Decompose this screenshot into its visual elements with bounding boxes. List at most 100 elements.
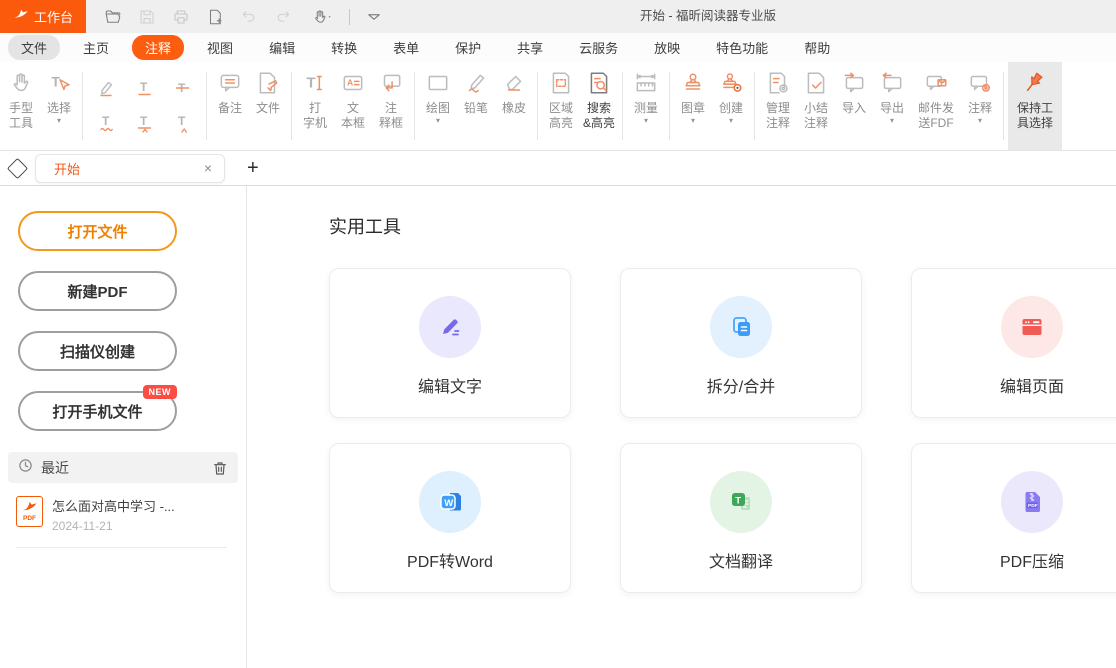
card-pdf-compress[interactable]: PDF PDF压缩 (911, 443, 1116, 593)
tab-start-label: 开始 (54, 159, 202, 178)
hand-tool-button[interactable]: 手型 工具 (2, 62, 40, 150)
translate-icon: T (710, 471, 772, 533)
new-tab-button[interactable]: + (241, 157, 265, 179)
measure-button[interactable]: 测量 ▾ (627, 62, 665, 150)
title-bar: 工作台 开始 - 福昕阅读器专业版 (0, 0, 1116, 33)
draw-dropdown-caret: ▾ (436, 117, 440, 125)
svg-text:T: T (735, 496, 741, 507)
menu-tab-view[interactable]: 视图 (194, 35, 246, 60)
new-pdf-button[interactable]: 新建PDF (18, 271, 177, 311)
callout-button[interactable]: 注 释框 (372, 62, 410, 150)
typewriter-label: 打 字机 (303, 101, 327, 131)
create-dropdown-caret: ▾ (729, 117, 733, 125)
save-icon[interactable] (137, 7, 157, 27)
card-translate[interactable]: T 文档翻译 (620, 443, 862, 593)
card-edit-pages[interactable]: 编辑页面 (911, 268, 1116, 418)
export-dropdown-caret: ▾ (890, 117, 894, 125)
comments-dropdown-button[interactable]: 注释 ▾ (961, 62, 999, 150)
recent-title: 最近 (41, 458, 69, 478)
area-highlight-icon (548, 70, 574, 99)
ribbon-toolbar: 手型 工具 T 选择 ▾ T T T T T 备注 (0, 62, 1116, 151)
card-split-merge[interactable]: 拆分/合并 (620, 268, 862, 418)
export-comments-label: 导出 (880, 101, 904, 116)
scanner-create-button[interactable]: 扫描仪创建 (18, 331, 177, 371)
stamp-label: 图章 (681, 101, 705, 116)
print-icon[interactable] (171, 7, 191, 27)
attach-file-label: 文件 (256, 101, 280, 116)
hand-mode-icon[interactable] (307, 7, 335, 27)
card-edit-text[interactable]: 编辑文字 (329, 268, 571, 418)
manage-comments-button[interactable]: 管理 注释 (759, 62, 797, 150)
menu-tab-share[interactable]: 共享 (504, 35, 556, 60)
foxit-logo-icon (13, 7, 29, 26)
export-comments-button[interactable]: 导出 ▾ (873, 62, 911, 150)
open-mobile-file-button[interactable]: 打开手机文件 NEW (18, 391, 177, 431)
select-tool-label: 选择 (47, 101, 71, 116)
select-tool-button[interactable]: T 选择 ▾ (40, 62, 78, 150)
hand-icon (8, 70, 34, 99)
manage-comments-icon (765, 70, 791, 99)
underline-text-button[interactable]: T (127, 72, 162, 105)
menu-tab-projection[interactable]: 放映 (641, 35, 693, 60)
keep-tool-selected-label: 保持工 具选择 (1017, 101, 1053, 131)
pencil-tool-button[interactable]: 铅笔 (457, 62, 495, 150)
clear-recent-trash-icon[interactable] (212, 460, 228, 476)
new-document-icon[interactable] (205, 7, 225, 27)
note-comment-button[interactable]: 备注 (211, 62, 249, 150)
card-pdf-to-word[interactable]: W PDF转Word (329, 443, 571, 593)
pencil-tool-label: 铅笔 (464, 101, 488, 116)
customize-toolbar-chevron-icon[interactable] (364, 7, 384, 27)
textbox-icon: A (340, 70, 366, 99)
import-comments-button[interactable]: 导入 (835, 62, 873, 150)
stamp-button[interactable]: 图章 ▾ (674, 62, 712, 150)
draw-shapes-button[interactable]: 绘图 ▾ (419, 62, 457, 150)
menu-tab-convert[interactable]: 转换 (318, 35, 370, 60)
svg-text:T: T (178, 114, 186, 128)
undo-icon[interactable] (239, 7, 259, 27)
highlight-text-button[interactable] (89, 72, 124, 105)
open-file-button[interactable]: 打开文件 (18, 211, 177, 251)
strikethrough-text-button[interactable]: T (165, 72, 200, 105)
textbox-button[interactable]: A 文 本框 (334, 62, 372, 150)
summarize-comments-button[interactable]: 小结 注释 (797, 62, 835, 150)
menu-tab-cloud[interactable]: 云服务 (566, 35, 631, 60)
area-highlight-button[interactable]: 区域 高亮 (542, 62, 580, 150)
tab-start-page[interactable]: 开始 × (35, 154, 225, 183)
new-badge: NEW (143, 385, 178, 399)
replace-text-button[interactable]: T (127, 107, 162, 140)
menu-tab-file[interactable]: 文件 (8, 35, 60, 60)
workbench-button[interactable]: 工作台 (0, 0, 86, 33)
recent-file-item[interactable]: PDF 怎么面对高中学习 -... 2024-11-21 (16, 496, 227, 548)
create-stamp-button[interactable]: 创建 ▾ (712, 62, 750, 150)
menu-tab-features[interactable]: 特色功能 (703, 35, 781, 60)
window-title: 开始 - 福昕阅读器专业版 (300, 0, 1116, 33)
eraser-tool-button[interactable]: 橡皮 (495, 62, 533, 150)
import-comments-icon (841, 70, 867, 99)
pencil-nib-icon[interactable] (7, 157, 28, 178)
eraser-tool-label: 橡皮 (502, 101, 526, 116)
open-folder-icon[interactable] (103, 7, 123, 27)
ribbon-group-typing: T 打 字机 A 文 本框 注 释框 (296, 62, 410, 150)
menu-tab-comment[interactable]: 注释 (132, 35, 184, 60)
menu-tab-home[interactable]: 主页 (70, 35, 122, 60)
typewriter-button[interactable]: T 打 字机 (296, 62, 334, 150)
insert-caret-button[interactable]: T (165, 107, 200, 140)
menu-tab-protect[interactable]: 保护 (442, 35, 494, 60)
search-highlight-label: 搜索 &高亮 (583, 101, 615, 131)
email-fdf-label: 邮件发 送FDF (918, 101, 954, 131)
ribbon-group-comment-mgmt: 管理 注释 小结 注释 导入 导出 ▾ 邮件发 送FDF 注释 ▾ (759, 62, 999, 150)
menu-tab-help[interactable]: 帮助 (791, 35, 843, 60)
squiggly-underline-button[interactable]: T (89, 107, 124, 140)
attach-file-button[interactable]: 文件 (249, 62, 287, 150)
tab-close-icon[interactable]: × (202, 160, 214, 176)
keep-tool-selected-button[interactable]: 保持工 具选择 (1008, 62, 1062, 150)
search-highlight-button[interactable]: 搜索 &高亮 (580, 62, 618, 150)
pencil-icon (463, 70, 489, 99)
callout-label: 注 释框 (379, 101, 403, 131)
clock-icon (18, 458, 33, 478)
email-fdf-button[interactable]: 邮件发 送FDF (911, 62, 961, 150)
menu-tab-form[interactable]: 表单 (380, 35, 432, 60)
redo-icon[interactable] (273, 7, 293, 27)
menu-tab-edit[interactable]: 编辑 (256, 35, 308, 60)
edit-text-icon (419, 296, 481, 358)
